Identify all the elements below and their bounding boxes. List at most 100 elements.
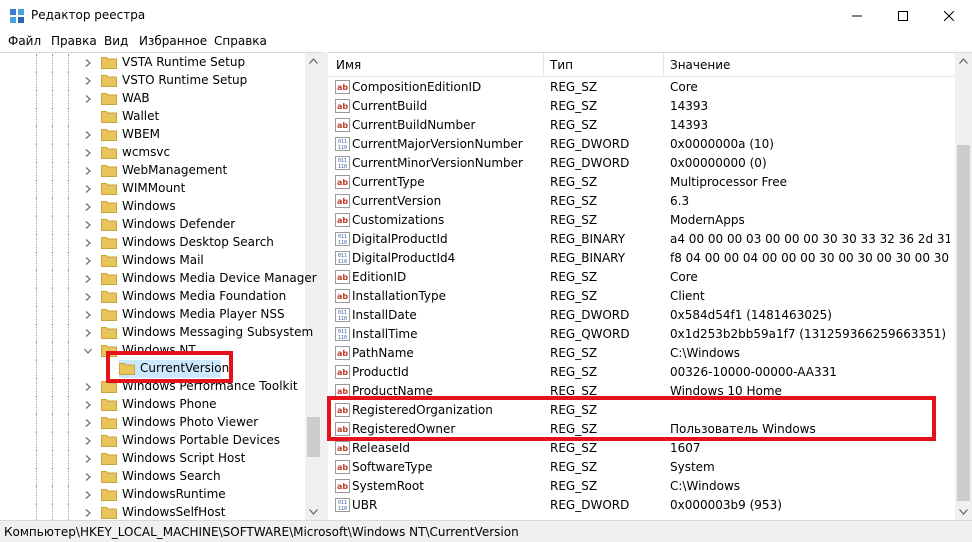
chevron-right-icon[interactable] <box>84 437 92 445</box>
scroll-up-icon[interactable] <box>309 58 318 64</box>
svg-text:ab: ab <box>337 197 348 206</box>
tree-item[interactable]: Windows Defender <box>0 216 305 234</box>
menu-favorites[interactable]: Избранное <box>139 34 207 48</box>
chevron-down-icon[interactable] <box>84 347 92 355</box>
tree-item[interactable]: Windows Messaging Subsystem <box>0 324 313 342</box>
tree-item[interactable]: WebManagement <box>0 162 305 180</box>
value-row[interactable]: ab CompositionEditionID REG_SZ Core <box>328 78 955 97</box>
tree-item[interactable]: Windows Desktop Search <box>0 234 305 252</box>
tree-item[interactable]: Windows Phone <box>0 396 305 414</box>
scroll-down-icon[interactable] <box>959 509 968 515</box>
tree-item[interactable]: Windows Mail <box>0 252 305 270</box>
value-row[interactable]: ab ProductId REG_SZ 00326-10000-00000-AA331 <box>328 363 955 382</box>
values-scrollbar[interactable] <box>955 53 972 520</box>
value-row[interactable]: 011 110 UBR REG_DWORD 0x000003b9 (953) <box>328 496 955 515</box>
chevron-right-icon[interactable] <box>84 473 92 481</box>
chevron-right-icon[interactable] <box>84 203 92 211</box>
chevron-right-icon[interactable] <box>84 383 92 391</box>
tree-item[interactable]: WIMMount <box>0 180 305 198</box>
key-tree[interactable]: VSTA Runtime Setup VSTO Runtime Setup WAB W… <box>0 52 322 520</box>
value-row[interactable]: ab CurrentBuild REG_SZ 14393 <box>328 97 955 116</box>
tree-item[interactable]: Windows Media Foundation <box>0 288 305 306</box>
value-row[interactable]: 011 110 DigitalProductId REG_BINARY a4 00 00… <box>328 230 955 249</box>
minimize-button[interactable] <box>834 0 880 31</box>
tree-item[interactable]: WindowsRuntime <box>0 486 305 504</box>
chevron-right-icon[interactable] <box>84 185 92 193</box>
values-scroll-thumb[interactable] <box>957 145 970 501</box>
string-value-icon: ab <box>335 270 350 284</box>
tree-guide-line <box>36 414 37 432</box>
value-row[interactable]: ab SoftwareType REG_SZ System <box>328 458 955 477</box>
menu-edit[interactable]: Правка <box>51 34 97 48</box>
column-name-header[interactable]: Имя <box>336 58 361 72</box>
tree-item[interactable]: WAB <box>0 90 305 108</box>
chevron-right-icon[interactable] <box>84 509 92 517</box>
scroll-down-icon[interactable] <box>309 509 318 515</box>
chevron-right-icon[interactable] <box>84 239 92 247</box>
value-row[interactable]: 011 110 DigitalProductId4 REG_BINARY f8 04 0… <box>328 249 955 268</box>
tree-item[interactable]: Windows <box>0 198 305 216</box>
tree-item[interactable]: VSTO Runtime Setup <box>0 72 305 90</box>
chevron-right-icon[interactable] <box>84 329 92 337</box>
string-value-icon: ab <box>335 118 350 132</box>
value-row[interactable]: ab CurrentType REG_SZ Multiprocessor Free <box>328 173 955 192</box>
tree-item[interactable]: Windows Portable Devices <box>0 432 305 450</box>
value-row[interactable]: 011 110 CurrentMinorVersionNumber REG_DWORD… <box>328 154 955 173</box>
chevron-right-icon[interactable] <box>84 311 92 319</box>
folder-icon <box>101 255 117 267</box>
menu-file[interactable]: Файл <box>8 34 41 48</box>
column-data-header[interactable]: Значение <box>670 58 730 72</box>
maximize-button[interactable] <box>880 0 926 31</box>
tree-scrollbar[interactable] <box>305 53 322 520</box>
chevron-right-icon[interactable] <box>84 149 92 157</box>
close-button[interactable] <box>926 0 972 31</box>
tree-item[interactable]: Windows Media Device Manager <box>0 270 317 288</box>
column-divider[interactable] <box>663 53 664 77</box>
value-row[interactable]: ab Customizations REG_SZ ModernApps <box>328 211 955 230</box>
value-row[interactable]: 011 110 CurrentMajorVersionNumber REG_DWORD… <box>328 135 955 154</box>
string-value-icon: ab <box>335 460 350 474</box>
value-type-cell: REG_SZ <box>550 270 598 284</box>
chevron-right-icon[interactable] <box>84 257 92 265</box>
tree-item[interactable]: WBEM <box>0 126 305 144</box>
menu-help[interactable]: Справка <box>214 34 267 48</box>
chevron-right-icon[interactable] <box>84 275 92 283</box>
tree-item[interactable]: Windows Media Player NSS <box>0 306 305 324</box>
column-type-header[interactable]: Тип <box>550 58 573 72</box>
value-row[interactable]: ab CurrentBuildNumber REG_SZ 14393 <box>328 116 955 135</box>
chevron-right-icon[interactable] <box>84 77 92 85</box>
chevron-right-icon[interactable] <box>84 419 92 427</box>
value-row[interactable]: ab ReleaseId REG_SZ 1607 <box>328 439 955 458</box>
value-row[interactable]: 011 110 InstallTime REG_QWORD 0x1d253b2bb59a… <box>328 325 955 344</box>
tree-item[interactable]: WindowsSelfHost <box>0 504 305 520</box>
values-list[interactable]: Имя Тип Значение ab CompositionEditionID R… <box>328 52 972 520</box>
tree-guide-line <box>68 486 69 504</box>
column-divider[interactable] <box>543 53 544 77</box>
chevron-right-icon[interactable] <box>84 221 92 229</box>
tree-item[interactable]: Wallet <box>0 108 305 126</box>
tree-item[interactable]: wcmsvc <box>0 144 305 162</box>
tree-item[interactable]: Windows Photo Viewer <box>0 414 305 432</box>
chevron-right-icon[interactable] <box>84 491 92 499</box>
value-row[interactable]: ab PathName REG_SZ C:\Windows <box>328 344 955 363</box>
tree-item[interactable]: VSTA Runtime Setup <box>0 54 305 72</box>
value-row[interactable]: ab CurrentVersion REG_SZ 6.3 <box>328 192 955 211</box>
tree-item[interactable]: Windows Script Host <box>0 450 305 468</box>
tree-item[interactable]: Windows Search <box>0 468 305 486</box>
chevron-right-icon[interactable] <box>84 167 92 175</box>
menu-view[interactable]: Вид <box>104 34 128 48</box>
chevron-right-icon[interactable] <box>84 95 92 103</box>
chevron-right-icon[interactable] <box>84 455 92 463</box>
value-row[interactable]: ab SystemRoot REG_SZ C:\Windows <box>328 477 955 496</box>
scroll-up-icon[interactable] <box>959 58 968 64</box>
value-row[interactable]: ab EditionID REG_SZ Core <box>328 268 955 287</box>
chevron-right-icon[interactable] <box>84 59 92 67</box>
value-type-cell: REG_SZ <box>550 460 598 474</box>
value-row[interactable]: ab InstallationType REG_SZ Client <box>328 287 955 306</box>
chevron-right-icon[interactable] <box>84 293 92 301</box>
chevron-right-icon[interactable] <box>84 131 92 139</box>
value-row[interactable]: 011 110 InstallDate REG_DWORD 0x584d54f1 (14… <box>328 306 955 325</box>
tree-guide-line <box>36 54 37 72</box>
chevron-right-icon[interactable] <box>84 401 92 409</box>
tree-scroll-thumb[interactable] <box>307 417 320 457</box>
